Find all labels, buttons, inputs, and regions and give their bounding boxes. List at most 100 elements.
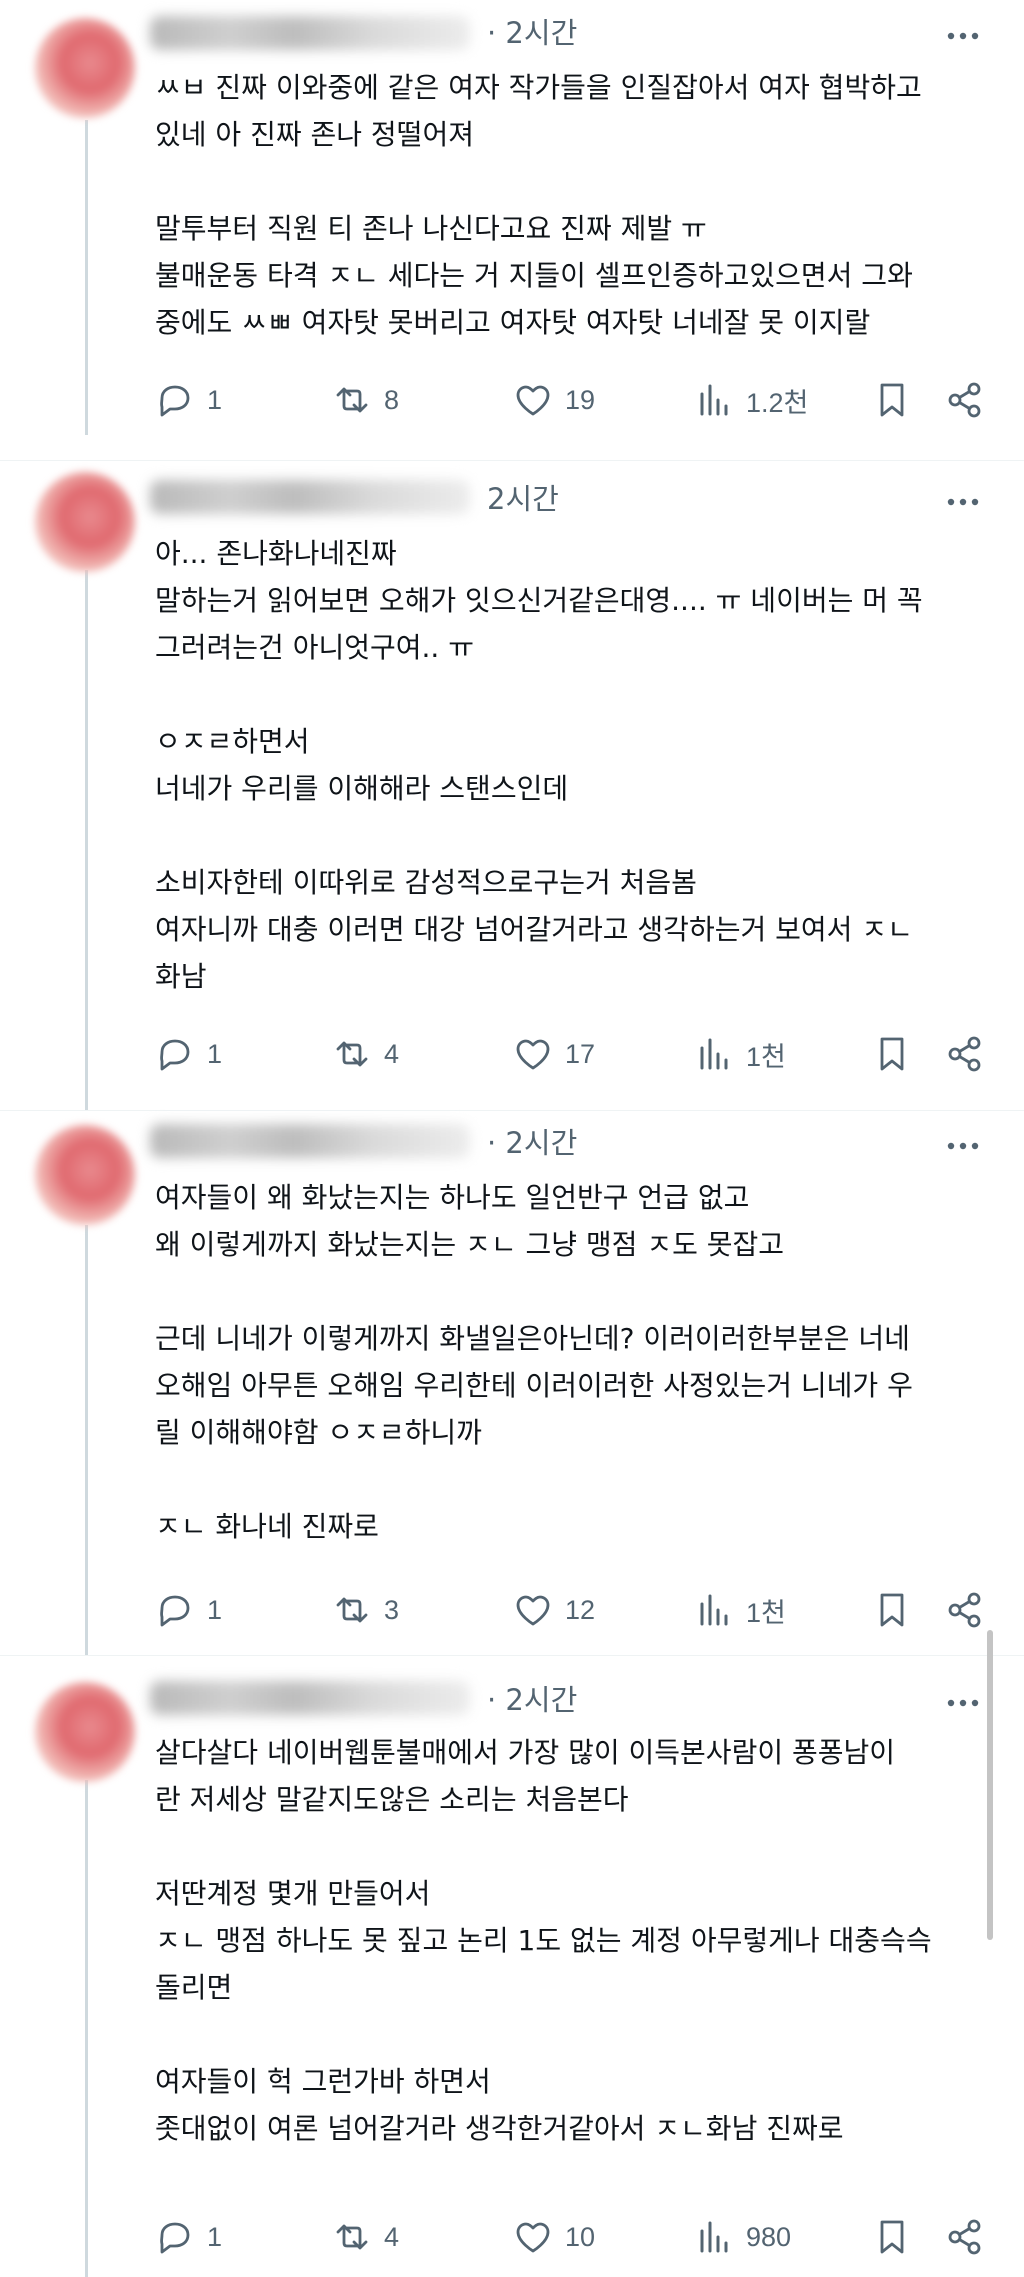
- like-count: 17: [565, 1038, 596, 1069]
- post[interactable]: 2시간 아... 존나화나네진짜 말하는거 읽어보면 오해가 잇으신거같은대영.…: [0, 470, 1024, 1110]
- scrollbar[interactable]: [987, 1630, 993, 1940]
- views-button[interactable]: 1.2천: [694, 378, 808, 422]
- repost-button[interactable]: 8: [332, 378, 399, 422]
- share-button[interactable]: [945, 378, 985, 422]
- repost-count: 3: [384, 1594, 400, 1625]
- more-dots-icon[interactable]: [943, 482, 983, 522]
- share-button[interactable]: [945, 1032, 985, 1076]
- views-count: 1.2천: [746, 387, 809, 418]
- more-dots-icon[interactable]: [943, 16, 983, 56]
- avatar[interactable]: [35, 472, 135, 572]
- views-bar-chart-icon: [700, 2221, 728, 2253]
- views-button[interactable]: 1천: [694, 1588, 786, 1632]
- views-bar-chart-icon: [700, 1038, 728, 1070]
- more-dots-icon[interactable]: [943, 1683, 983, 1723]
- share-icon: [948, 1592, 981, 1628]
- more-dots-icon[interactable]: [943, 1126, 983, 1166]
- share-icon: [948, 2219, 981, 2255]
- share-button[interactable]: [945, 1588, 985, 1632]
- action-bar: 1 4 10 980: [0, 2215, 1024, 2259]
- views-count: 980: [746, 2221, 792, 2252]
- post-timestamp[interactable]: 2시간: [487, 482, 559, 516]
- post-timestamp[interactable]: · 2시간: [487, 16, 577, 50]
- share-icon: [948, 382, 981, 418]
- bookmark-button[interactable]: [872, 1588, 912, 1632]
- post-text: 아... 존나화나네진짜 말하는거 읽어보면 오해가 잇으신거같은대영.... …: [155, 530, 995, 1000]
- bookmark-button[interactable]: [872, 2215, 912, 2259]
- text-line: 살다살다 네이버웹툰불매에서 가장 많이 이득본사람이 퐁퐁남이: [155, 1736, 896, 1769]
- post-timestamp[interactable]: · 2시간: [487, 1126, 577, 1160]
- reply-count: 1: [207, 384, 223, 415]
- views-button[interactable]: 1천: [694, 1032, 786, 1076]
- author-name-blurred[interactable]: [150, 16, 470, 50]
- bookmark-button[interactable]: [872, 1032, 912, 1076]
- text-line: 그러려는건 아니엇구여.. ㅠ: [155, 631, 474, 664]
- repost-button[interactable]: 4: [332, 1032, 399, 1076]
- like-button[interactable]: 17: [513, 1032, 595, 1076]
- author-name-blurred[interactable]: [150, 1681, 470, 1715]
- post-paragraph: 근데 니네가 이렇게까지 화낼일은아닌데? 이러이러한부분은 너네 오해임 아무…: [155, 1315, 995, 1456]
- views-count: 1천: [746, 1597, 786, 1628]
- text-line: 너네가 우리를 이해해라 스탠스인데: [155, 772, 569, 805]
- avatar[interactable]: [35, 18, 135, 118]
- post[interactable]: · 2시간 살다살다 네이버웹툰불매에서 가장 많이 이득본사람이 퐁퐁남이 란…: [0, 1655, 1024, 2277]
- bookmark-button[interactable]: [872, 378, 912, 422]
- author-name-blurred[interactable]: [150, 480, 470, 514]
- text-line: 중에도 ㅆㅃ 여자탓 못버리고 여자탓 여자탓 너네잘 못 이지랄: [155, 306, 871, 339]
- post-paragraph: 아... 존나화나네진짜 말하는거 읽어보면 오해가 잇으신거같은대영.... …: [155, 530, 995, 671]
- author-name-blurred[interactable]: [150, 1124, 470, 1158]
- post-paragraph: ㅇㅈㄹ하면서 너네가 우리를 이해해라 스탠스인데: [155, 718, 995, 812]
- repost-button[interactable]: 4: [332, 2215, 399, 2259]
- like-button[interactable]: 19: [513, 378, 595, 422]
- bookmark-icon: [880, 383, 904, 417]
- heart-icon: [516, 385, 550, 416]
- avatar[interactable]: [35, 1682, 135, 1782]
- post[interactable]: · 2시간 ㅆㅂ 진짜 이와중에 같은 여자 작가들을 인질잡아서 여자 협박하…: [0, 0, 1024, 470]
- text-line: 여자니까 대충 이러면 대강 넘어갈거라고 생각하는거 보여서 ㅈㄴ: [155, 913, 913, 946]
- views-button[interactable]: 980: [694, 2215, 791, 2259]
- text-line: 아... 존나화나네진짜: [155, 537, 397, 570]
- post-paragraph: 여자들이 왜 화났는지는 하나도 일언반구 언급 없고 왜 이렇게까지 화났는지…: [155, 1174, 995, 1268]
- text-line: 말투부터 직원 티 존나 나신다고요 진짜 제발 ㅠ: [155, 212, 707, 245]
- repost-icon: [336, 2224, 368, 2250]
- reply-button[interactable]: 1: [155, 1588, 222, 1632]
- post-paragraph: 말투부터 직원 티 존나 나신다고요 진짜 제발 ㅠ 불매운동 타격 ㅈㄴ 세다…: [155, 205, 995, 346]
- bookmark-icon: [880, 1037, 904, 1071]
- text-line: 좃대없이 여론 넘어갈거라 생각한거같아서 ㅈㄴ화남 진짜로: [155, 2112, 844, 2145]
- text-line: 있네 아 진짜 존나 정떨어져: [155, 118, 474, 151]
- share-icon: [948, 1036, 981, 1072]
- post-text: ㅆㅂ 진짜 이와중에 같은 여자 작가들을 인질잡아서 여자 협박하고 있네 아…: [155, 64, 995, 346]
- reply-button[interactable]: 1: [155, 378, 222, 422]
- repost-button[interactable]: 3: [332, 1588, 399, 1632]
- post-timestamp[interactable]: · 2시간: [487, 1683, 577, 1717]
- repost-icon: [336, 1041, 368, 1067]
- text-line: 근데 니네가 이렇게까지 화낼일은아닌데? 이러이러한부분은 너네: [155, 1322, 910, 1355]
- share-button[interactable]: [945, 2215, 985, 2259]
- views-count: 1천: [746, 1041, 786, 1072]
- like-count: 12: [565, 1594, 596, 1625]
- repost-icon: [336, 1597, 368, 1623]
- post[interactable]: · 2시간 여자들이 왜 화났는지는 하나도 일언반구 언급 없고 왜 이렇게까…: [0, 1110, 1024, 1655]
- text-line: ㅇㅈㄹ하면서: [155, 725, 310, 758]
- text-line: ㅈㄴ 맹점 하나도 못 짚고 논리 1도 없는 계정 아무렇게나 대충슥슥: [155, 1924, 932, 1957]
- reply-count: 1: [207, 1594, 223, 1625]
- reply-bubble-icon: [160, 2222, 190, 2254]
- text-line: 왜 이렇게까지 화났는지는 ㅈㄴ 그냥 맹점 ㅈ도 못잡고: [155, 1228, 785, 1261]
- action-bar: 1 3 12 1천: [0, 1588, 1024, 1632]
- repost-count: 8: [384, 384, 400, 415]
- text-line: 여자들이 헉 그런가바 하면서: [155, 2065, 491, 2098]
- repost-icon: [336, 387, 368, 413]
- text-line: 소비자한테 이따위로 감성적으로구는거 처음봄: [155, 866, 697, 899]
- text-line: 저딴계정 몇개 만들어서: [155, 1877, 431, 1910]
- avatar[interactable]: [35, 1125, 135, 1225]
- like-button[interactable]: 10: [513, 2215, 595, 2259]
- post-paragraph: 소비자한테 이따위로 감성적으로구는거 처음봄 여자니까 대충 이러면 대강 넘…: [155, 859, 995, 1000]
- action-bar: 1 8 19 1.2천: [0, 378, 1024, 422]
- reply-button[interactable]: 1: [155, 1032, 222, 1076]
- reply-count: 1: [207, 2221, 223, 2252]
- reply-button[interactable]: 1: [155, 2215, 222, 2259]
- bookmark-icon: [880, 1593, 904, 1627]
- text-line: 돌리면: [155, 1971, 233, 2004]
- views-bar-chart-icon: [700, 1594, 728, 1626]
- like-button[interactable]: 12: [513, 1588, 595, 1632]
